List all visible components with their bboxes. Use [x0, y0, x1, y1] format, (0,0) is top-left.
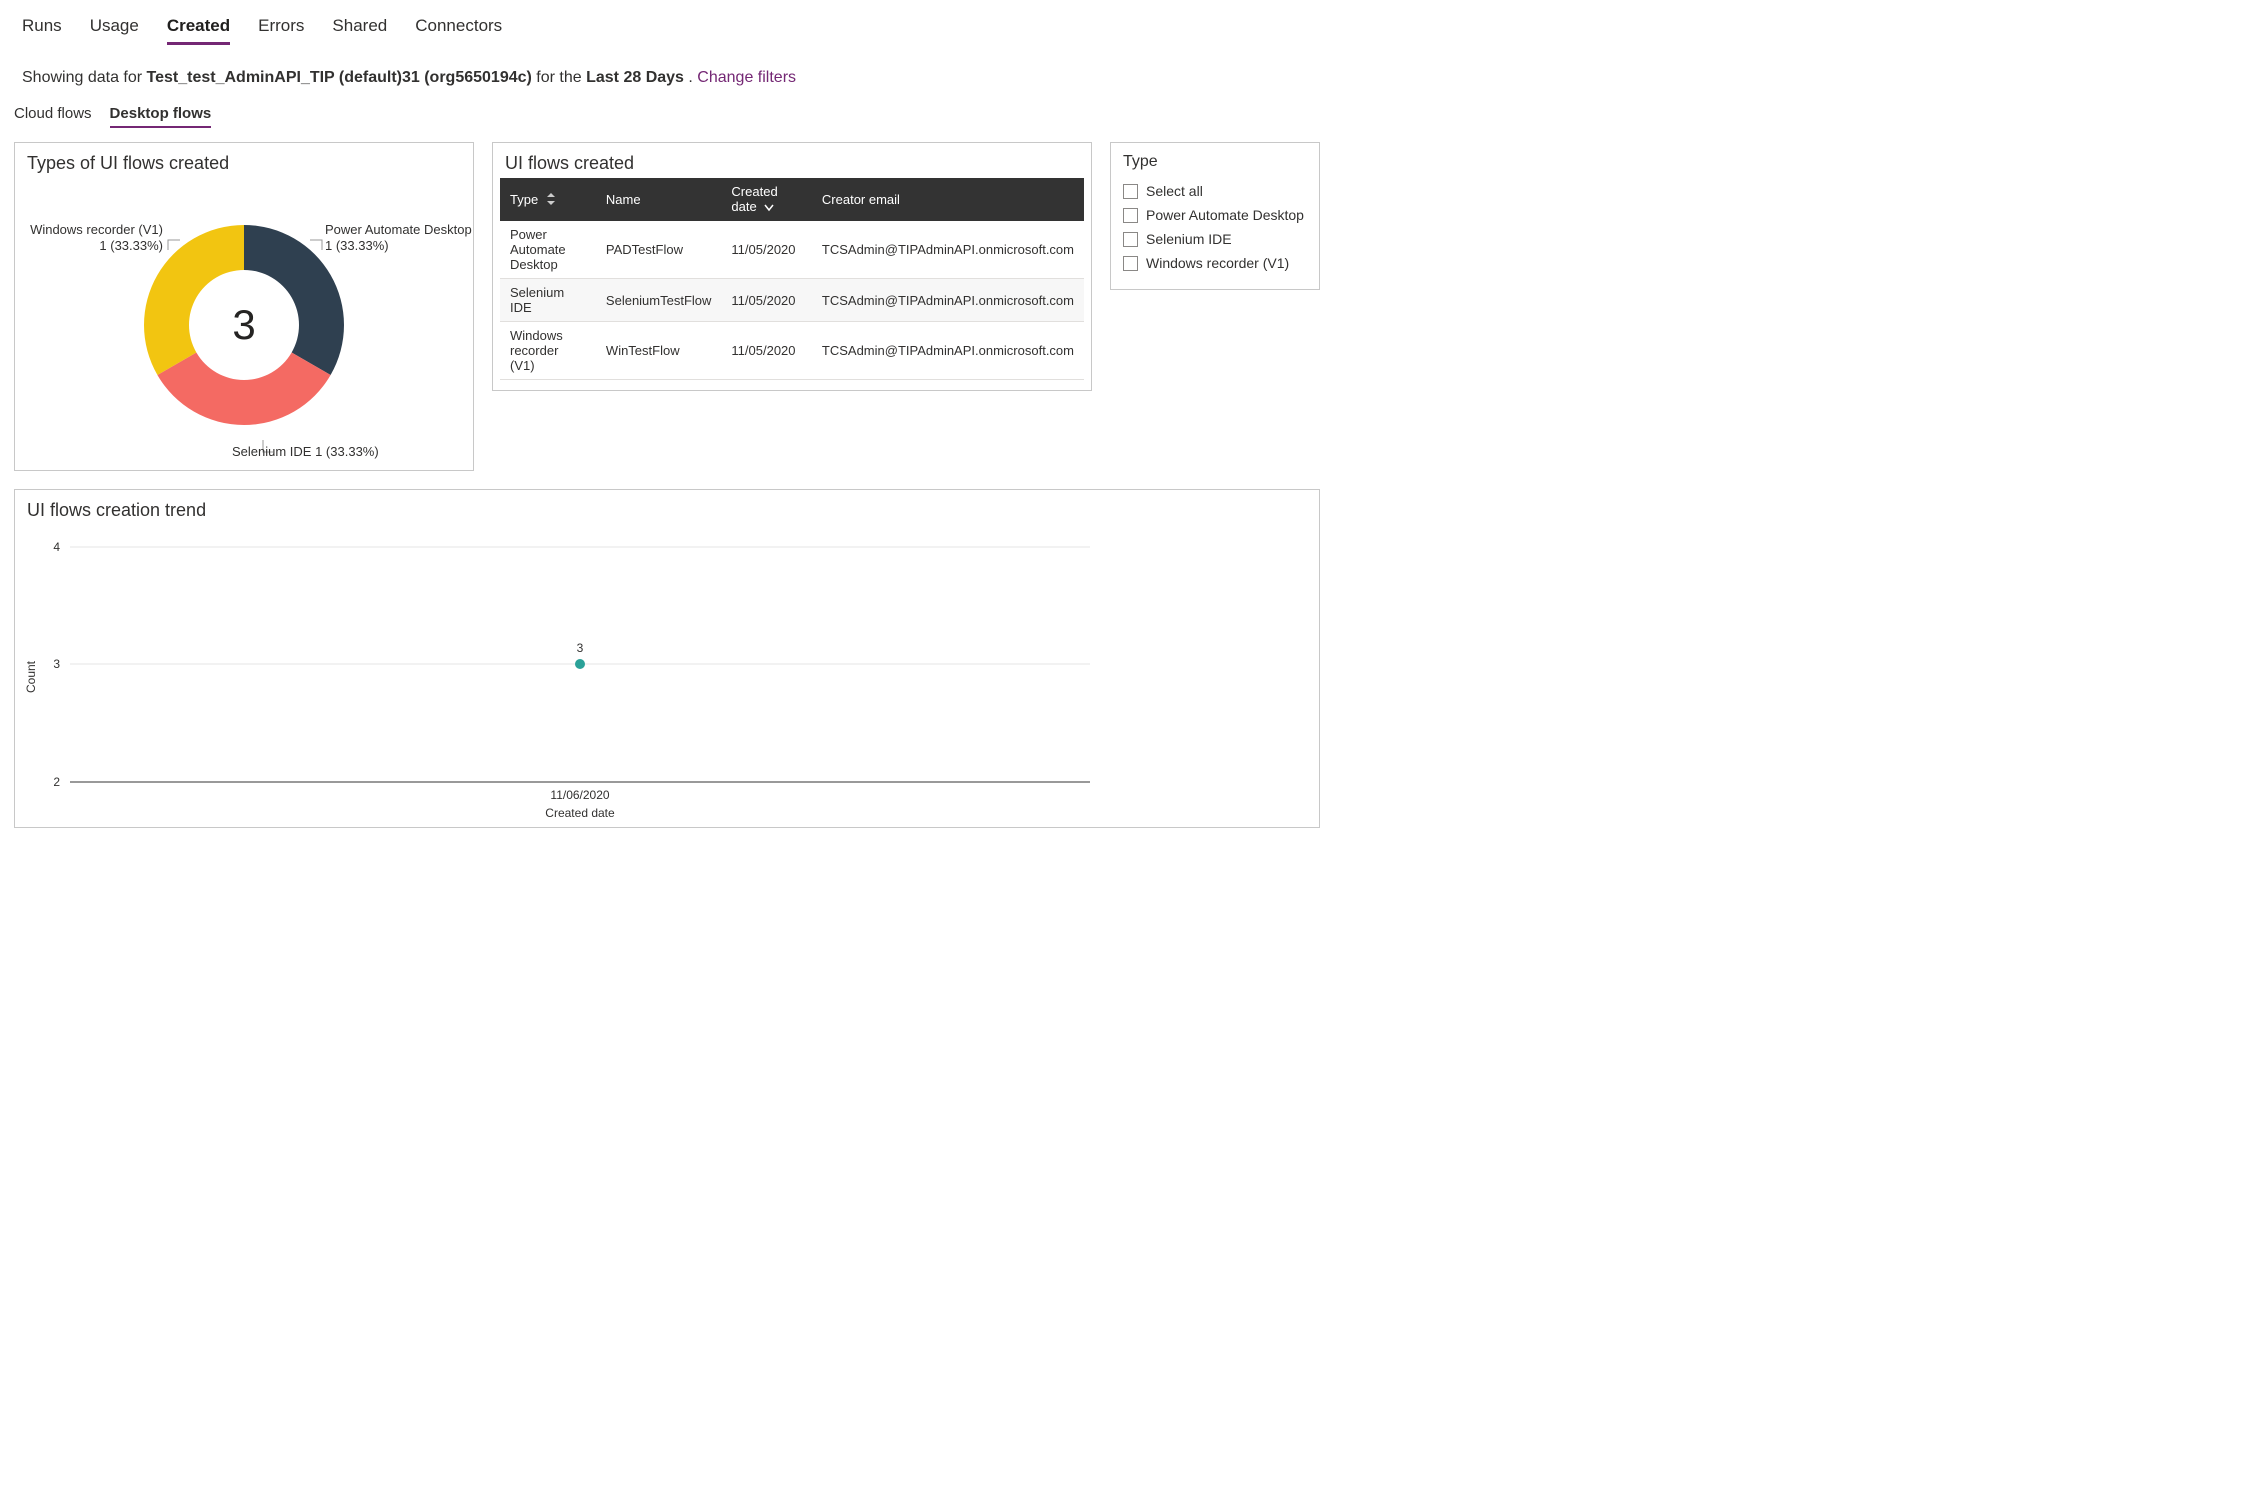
checkbox-icon[interactable] — [1123, 232, 1138, 247]
tab-shared[interactable]: Shared — [332, 16, 387, 45]
col-name[interactable]: Name — [596, 178, 722, 221]
type-option-label: Select all — [1146, 183, 1203, 199]
table-row[interactable]: Power Automate Desktop PADTestFlow 11/05… — [500, 221, 1084, 279]
trend-point-label: 3 — [577, 641, 584, 655]
table-title: UI flows created — [493, 143, 1091, 178]
change-filters-link[interactable]: Change filters — [697, 69, 796, 86]
tab-errors[interactable]: Errors — [258, 16, 304, 45]
type-filter-title: Type — [1123, 153, 1307, 179]
filter-period: Last 28 Days — [586, 69, 684, 86]
sort-both-icon — [546, 193, 556, 208]
type-option-pad[interactable]: Power Automate Desktop — [1123, 203, 1307, 227]
main-tabs: Runs Usage Created Errors Shared Connect… — [10, 10, 2235, 45]
cell-type: Windows recorder (V1) — [500, 322, 596, 380]
y-tick-3: 3 — [53, 657, 60, 671]
y-axis-label: Count — [24, 660, 38, 693]
sub-tabs: Cloud flows Desktop flows — [10, 105, 2235, 128]
cell-creator: TCSAdmin@TIPAdminAPI.onmicrosoft.com — [812, 279, 1084, 322]
tab-created[interactable]: Created — [167, 16, 230, 45]
cell-name: SeleniumTestFlow — [596, 279, 722, 322]
filter-prefix: Showing data for — [22, 69, 147, 86]
col-name-label: Name — [606, 192, 641, 207]
cell-name: WinTestFlow — [596, 322, 722, 380]
table-row[interactable]: Selenium IDE SeleniumTestFlow 11/05/2020… — [500, 279, 1084, 322]
checkbox-icon[interactable] — [1123, 208, 1138, 223]
subtab-desktop-flows[interactable]: Desktop flows — [110, 105, 212, 128]
flows-table[interactable]: Type Name Created date — [500, 178, 1084, 380]
filter-summary: Showing data for Test_test_AdminAPI_TIP … — [10, 45, 2235, 105]
cell-created: 11/05/2020 — [721, 322, 811, 380]
cell-creator: TCSAdmin@TIPAdminAPI.onmicrosoft.com — [812, 322, 1084, 380]
filter-suffix: . — [688, 69, 697, 86]
table-panel: UI flows created Type Name Created date — [492, 142, 1092, 391]
col-creator-label: Creator email — [822, 192, 900, 207]
trend-title: UI flows creation trend — [15, 490, 1319, 527]
type-filter-panel: Type Select all Power Automate Desktop S… — [1110, 142, 1320, 290]
cell-created: 11/05/2020 — [721, 279, 811, 322]
type-option-selenium[interactable]: Selenium IDE — [1123, 227, 1307, 251]
trend-panel: UI flows creation trend 4 3 2 Count 3 11… — [14, 489, 1320, 828]
donut-label-pad-name: Power Automate Desktop — [325, 222, 472, 238]
cell-creator: TCSAdmin@TIPAdminAPI.onmicrosoft.com — [812, 221, 1084, 279]
y-tick-2: 2 — [53, 775, 60, 789]
filter-mid: for the — [536, 69, 586, 86]
trend-point[interactable] — [575, 659, 585, 669]
x-axis-label: Created date — [545, 806, 615, 820]
donut-chart[interactable]: 3 Power Automate Desktop 1 (33.33%) Wind… — [15, 180, 473, 470]
donut-label-pad-value: 1 (33.33%) — [325, 238, 472, 254]
donut-label-winrec-value: 1 (33.33%) — [30, 238, 163, 254]
cell-type: Selenium IDE — [500, 279, 596, 322]
col-type-label: Type — [510, 192, 538, 207]
type-option-select-all[interactable]: Select all — [1123, 179, 1307, 203]
donut-title: Types of UI flows created — [15, 143, 473, 180]
cell-created: 11/05/2020 — [721, 221, 811, 279]
donut-label-pad: Power Automate Desktop 1 (33.33%) — [325, 222, 472, 253]
tab-connectors[interactable]: Connectors — [415, 16, 502, 45]
donut-panel: Types of UI flows created 3 Power Automa… — [14, 142, 474, 471]
col-creator[interactable]: Creator email — [812, 178, 1084, 221]
type-option-winrec[interactable]: Windows recorder (V1) — [1123, 251, 1307, 275]
checkbox-icon[interactable] — [1123, 184, 1138, 199]
tab-runs[interactable]: Runs — [22, 16, 62, 45]
type-option-label: Windows recorder (V1) — [1146, 255, 1289, 271]
donut-label-winrec: Windows recorder (V1) 1 (33.33%) — [30, 222, 163, 253]
table-row[interactable]: Windows recorder (V1) WinTestFlow 11/05/… — [500, 322, 1084, 380]
subtab-cloud-flows[interactable]: Cloud flows — [14, 105, 92, 128]
y-tick-4: 4 — [53, 540, 60, 554]
donut-label-winrec-name: Windows recorder (V1) — [30, 222, 163, 238]
checkbox-icon[interactable] — [1123, 256, 1138, 271]
cell-name: PADTestFlow — [596, 221, 722, 279]
filter-environment: Test_test_AdminAPI_TIP (default)31 (org5… — [147, 69, 532, 86]
donut-label-selenium: Selenium IDE 1 (33.33%) — [232, 444, 379, 460]
chevron-down-icon — [764, 200, 774, 215]
col-type[interactable]: Type — [500, 178, 596, 221]
type-option-label: Selenium IDE — [1146, 231, 1232, 247]
tab-usage[interactable]: Usage — [90, 16, 139, 45]
trend-chart[interactable]: 4 3 2 Count 3 11/06/2020 Created date — [15, 527, 1105, 827]
cell-type: Power Automate Desktop — [500, 221, 596, 279]
x-tick: 11/06/2020 — [550, 788, 609, 802]
col-created[interactable]: Created date — [721, 178, 811, 221]
type-option-label: Power Automate Desktop — [1146, 207, 1304, 223]
